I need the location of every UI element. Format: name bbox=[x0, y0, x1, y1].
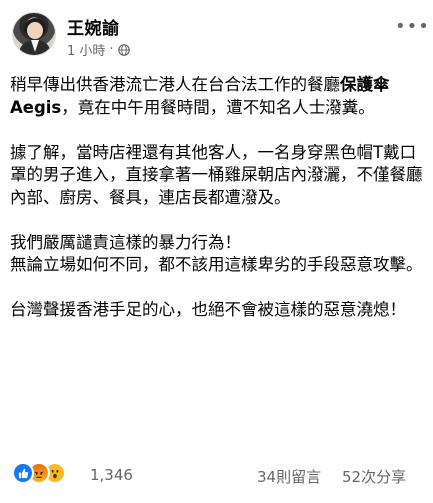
post-stats: 1,346 34則留言 52次分享 bbox=[0, 462, 433, 488]
reaction-icons[interactable] bbox=[12, 462, 66, 484]
paragraph-3: 我們嚴厲譴責這樣的暴力行為！ 無論立場如何不同，都不該用這樣卑劣的手段惡意攻擊。 bbox=[10, 232, 423, 275]
share-count[interactable]: 52次分享 bbox=[342, 466, 406, 487]
avatar[interactable] bbox=[12, 12, 56, 56]
reaction-count[interactable]: 1,346 bbox=[90, 466, 133, 484]
author-name[interactable]: 王婉諭 bbox=[67, 14, 120, 39]
timestamp[interactable]: 1 小時 bbox=[67, 40, 105, 59]
like-icon bbox=[12, 462, 34, 484]
paragraph-1-text-a: 稍早傳出供香港流亡港人在台合法工作的餐廳 bbox=[10, 75, 340, 94]
more-options-icon[interactable]: ••• bbox=[395, 18, 430, 36]
comment-count[interactable]: 34則留言 bbox=[257, 466, 321, 487]
paragraph-1: 稍早傳出供香港流亡港人在台合法工作的餐廳保護傘 Aegis，竟在中午用餐時間，遭… bbox=[10, 74, 425, 119]
post-meta: 1 小時 · bbox=[67, 40, 130, 59]
post-body: 稍早傳出供香港流亡港人在台合法工作的餐廳保護傘 Aegis，竟在中午用餐時間，遭… bbox=[10, 74, 425, 344]
globe-icon[interactable] bbox=[117, 43, 130, 56]
paragraph-4: 台灣聲援香港手足的心，也絕不會被這樣的惡意澆熄！ bbox=[10, 300, 406, 319]
paragraph-1-text-b: ，竟在中午用餐時間，遭不知名人士潑糞。 bbox=[61, 97, 375, 117]
facebook-post: 王婉諭 1 小時 · ••• 稍早傳出供香港流亡港人在台合法工作的餐廳保護傘 A… bbox=[0, 0, 433, 503]
meta-separator: · bbox=[109, 42, 114, 57]
paragraph-2: 據了解，當時店裡還有其他客人，一名身穿黑色帽T戴口罩的男子進入，直接拿著一桶雞屎… bbox=[10, 142, 423, 207]
